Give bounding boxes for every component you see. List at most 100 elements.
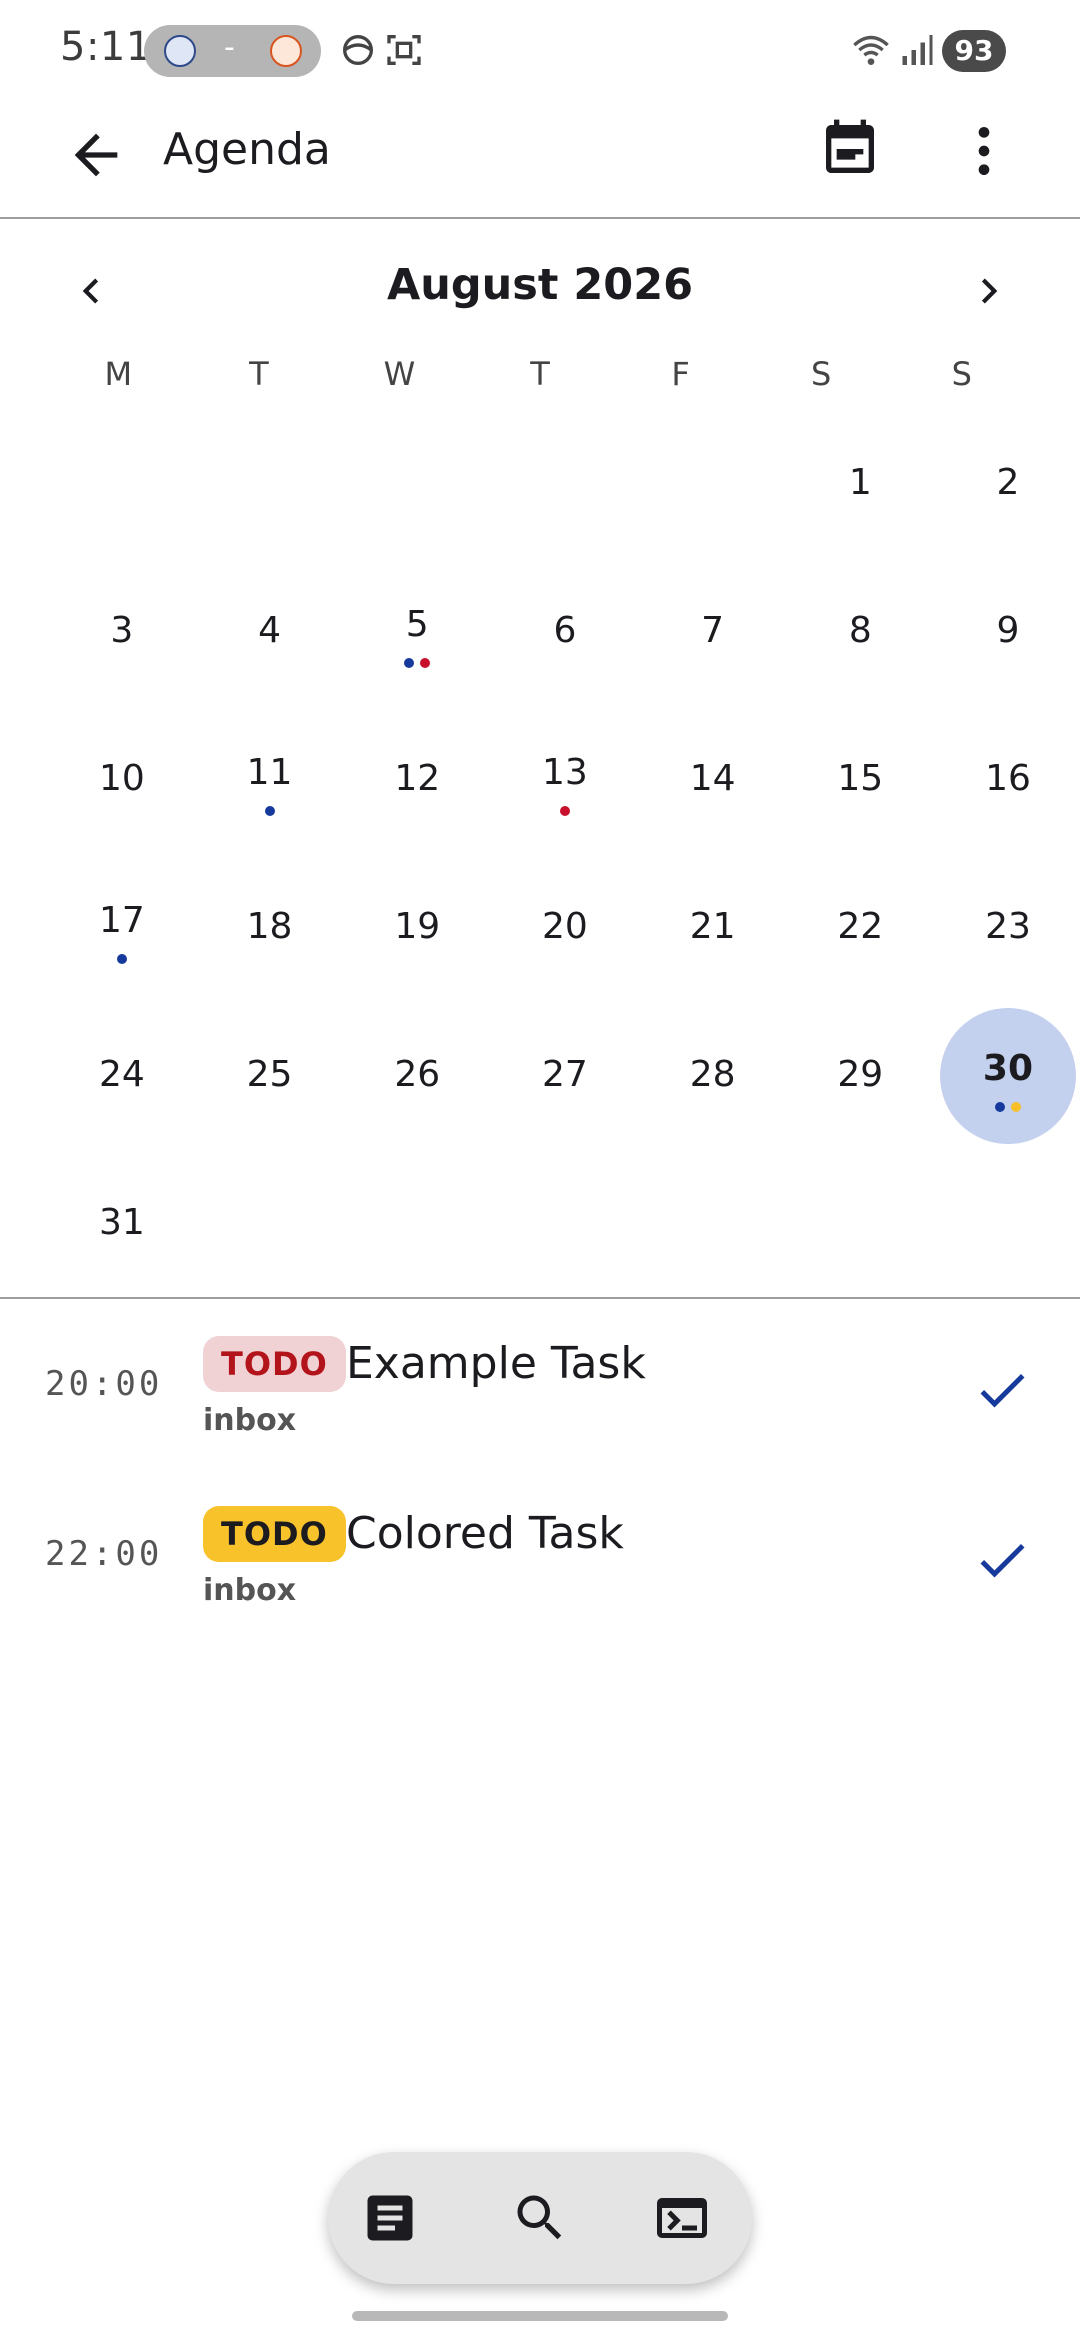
- day-highlight: 24: [54, 1008, 190, 1144]
- screenshot-icon: [387, 35, 421, 65]
- event-dots: [497, 806, 633, 816]
- day-number: 28: [689, 1054, 736, 1095]
- terminal-icon[interactable]: [652, 2188, 712, 2248]
- day-number: 25: [246, 1054, 293, 1095]
- event-dots: [202, 806, 338, 816]
- search-icon[interactable]: [510, 2188, 570, 2248]
- back-arrow-icon[interactable]: [64, 123, 128, 187]
- day-cell[interactable]: 6: [491, 558, 639, 706]
- day-number: 24: [98, 1054, 145, 1095]
- team-logo-icon: [164, 35, 196, 67]
- weekday-label: W: [383, 355, 416, 393]
- day-cell[interactable]: 3: [48, 558, 196, 706]
- more-vert-icon[interactable]: [952, 119, 1016, 183]
- weekday-label: T: [530, 355, 550, 393]
- calendar-icon[interactable]: [818, 117, 882, 181]
- day-number: 29: [837, 1054, 884, 1095]
- day-cell-selected[interactable]: 30: [934, 1002, 1080, 1150]
- day-highlight: 14: [645, 712, 781, 848]
- day-number: 27: [542, 1054, 588, 1095]
- check-icon[interactable]: [972, 1530, 1032, 1590]
- day-number: 30: [982, 1048, 1034, 1089]
- day-highlight: 19: [349, 860, 485, 996]
- bottom-toolbar: [328, 2152, 752, 2284]
- day-cell[interactable]: 17: [48, 854, 196, 1002]
- day-number: 12: [394, 758, 441, 799]
- empty-day-cell: [491, 410, 639, 558]
- sync-icon: [343, 35, 373, 65]
- day-cell[interactable]: 13: [491, 706, 639, 854]
- day-cell[interactable]: 14: [639, 706, 787, 854]
- day-cell[interactable]: 9: [934, 558, 1080, 706]
- day-cell[interactable]: 7: [639, 558, 787, 706]
- divider: [0, 1297, 1080, 1299]
- day-cell[interactable]: 4: [196, 558, 344, 706]
- day-highlight: 22: [792, 860, 928, 996]
- day-number: 6: [553, 610, 577, 651]
- day-cell[interactable]: 24: [48, 1002, 196, 1150]
- item-time: 20:00: [45, 1364, 163, 1404]
- day-cell[interactable]: 29: [786, 1002, 934, 1150]
- day-highlight: 27: [497, 1008, 633, 1144]
- event-dots: [349, 658, 485, 668]
- day-highlight: 7: [645, 564, 781, 700]
- event-dot: [420, 658, 431, 668]
- day-number: 1: [848, 462, 872, 503]
- todo-badge: TODO: [203, 1336, 346, 1392]
- event-dots: [54, 954, 190, 964]
- day-number: 3: [110, 610, 134, 651]
- day-cell[interactable]: 26: [343, 1002, 491, 1150]
- day-highlight: 23: [940, 860, 1076, 996]
- day-cell[interactable]: 11: [196, 706, 344, 854]
- day-number: 7: [701, 610, 725, 651]
- agenda-item[interactable]: 22:00 TODO Colored Task inbox: [0, 1470, 1080, 1640]
- day-cell[interactable]: 22: [786, 854, 934, 1002]
- day-highlight: 3: [54, 564, 190, 700]
- day-cell[interactable]: 2: [934, 410, 1080, 558]
- day-cell[interactable]: 5: [343, 558, 491, 706]
- media-separator: -: [224, 30, 235, 65]
- day-cell[interactable]: 18: [196, 854, 344, 1002]
- day-highlight: 2: [940, 416, 1076, 552]
- day-cell[interactable]: 16: [934, 706, 1080, 854]
- page-title: Agenda: [163, 124, 331, 175]
- agenda-item[interactable]: 20:00 TODO Example Task inbox: [0, 1300, 1080, 1470]
- empty-day-cell: [196, 410, 344, 558]
- battery-level: 93: [942, 30, 1006, 72]
- day-highlight: 11: [202, 712, 338, 848]
- day-highlight: 18: [202, 860, 338, 996]
- day-cell[interactable]: 28: [639, 1002, 787, 1150]
- day-cell[interactable]: 25: [196, 1002, 344, 1150]
- home-indicator[interactable]: [352, 2311, 728, 2321]
- day-highlight: 5: [349, 564, 485, 700]
- day-highlight: 10: [54, 712, 190, 848]
- day-cell[interactable]: 12: [343, 706, 491, 854]
- notes-icon[interactable]: [360, 2188, 420, 2248]
- day-cell[interactable]: 10: [48, 706, 196, 854]
- day-cell[interactable]: 20: [491, 854, 639, 1002]
- day-highlight: 6: [497, 564, 633, 700]
- day-highlight: 16: [940, 712, 1076, 848]
- day-highlight: 30: [939, 1008, 1076, 1144]
- day-number: 20: [542, 906, 588, 947]
- day-cell[interactable]: 19: [343, 854, 491, 1002]
- day-cell[interactable]: 31: [48, 1150, 196, 1298]
- weekday-label: F: [671, 355, 690, 393]
- event-dot: [559, 806, 570, 816]
- day-cell[interactable]: 1: [786, 410, 934, 558]
- check-icon[interactable]: [972, 1360, 1032, 1420]
- day-cell[interactable]: 23: [934, 854, 1080, 1002]
- chevron-right-icon[interactable]: [964, 266, 1014, 316]
- day-number: 18: [246, 906, 293, 947]
- event-dot: [116, 954, 127, 964]
- day-cell[interactable]: 8: [786, 558, 934, 706]
- day-number: 15: [837, 758, 884, 799]
- day-number: 11: [246, 752, 293, 793]
- day-highlight: 12: [349, 712, 485, 848]
- weekday-label: S: [951, 355, 972, 393]
- day-cell[interactable]: 27: [491, 1002, 639, 1150]
- day-highlight: 20: [497, 860, 633, 996]
- day-cell[interactable]: 15: [786, 706, 934, 854]
- day-cell[interactable]: 21: [639, 854, 787, 1002]
- media-pill[interactable]: -: [144, 25, 321, 77]
